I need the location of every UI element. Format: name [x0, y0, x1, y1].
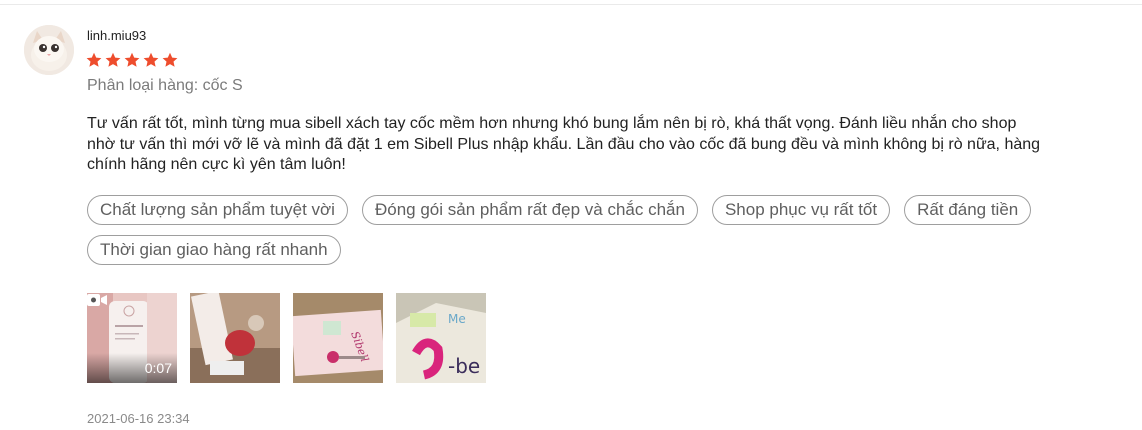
star-icon	[143, 52, 159, 67]
video-camera-icon	[87, 294, 107, 306]
star-icon	[86, 52, 102, 67]
review-photo: Sibell	[293, 293, 383, 383]
star-rating	[86, 52, 178, 68]
review-text: Tư vấn rất tốt, mình từng mua sibell xác…	[87, 114, 1132, 176]
review-tag: Thời gian giao hàng rất nhanh	[87, 235, 341, 265]
review-photo-thumbnail[interactable]	[190, 293, 280, 383]
star-icon	[162, 52, 178, 67]
username[interactable]: linh.miu93	[87, 28, 146, 43]
review-photo-thumbnail[interactable]: Me -be	[396, 293, 486, 383]
review-media: 0:07 Sibell Me -be	[87, 293, 486, 383]
review-tags: Chất lượng sản phẩm tuyệt vời Đóng gói s…	[87, 195, 1087, 265]
review-video-thumbnail[interactable]: 0:07	[87, 293, 177, 383]
svg-text:-be: -be	[448, 354, 480, 378]
star-icon	[124, 52, 140, 67]
svg-text:Me: Me	[448, 312, 466, 326]
review-text-line: Tư vấn rất tốt, mình từng mua sibell xác…	[87, 115, 1017, 132]
review-tag: Chất lượng sản phẩm tuyệt vời	[87, 195, 348, 225]
review-tag: Rất đáng tiền	[904, 195, 1032, 225]
video-duration: 0:07	[144, 360, 172, 376]
product-variant: Phân loại hàng: cốc S	[87, 77, 243, 94]
cat-avatar-icon	[24, 25, 74, 75]
review-photo-thumbnail[interactable]: Sibell	[293, 293, 383, 383]
review-timestamp: 2021-06-16 23:34	[87, 411, 190, 426]
review-tag: Shop phục vụ rất tốt	[711, 195, 891, 225]
star-icon	[105, 52, 121, 67]
top-divider	[0, 4, 1142, 5]
avatar[interactable]	[24, 25, 74, 75]
review-text-line: nhờ tư vấn thì mới vỡ lẽ và mình đã đặt …	[87, 135, 1041, 153]
review-tag: Đóng gói sản phẩm rất đẹp và chắc chắn	[361, 195, 698, 225]
review-photo	[190, 293, 280, 383]
review-photo: Me -be	[396, 293, 486, 383]
review-text-line: chính hãng nên cực kì yên tâm luôn!	[87, 156, 346, 173]
